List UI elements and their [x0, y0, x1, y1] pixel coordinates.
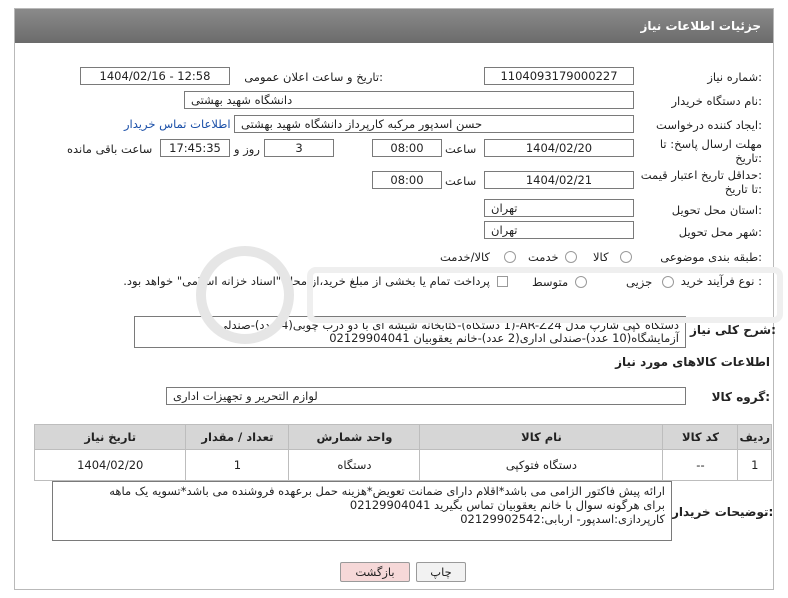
treasury-payment-note: پرداخت تمام یا بخشی از مبلغ خرید،از محل … — [123, 274, 490, 288]
purchase-radio-minor[interactable] — [662, 276, 674, 288]
price-validity-time-label: ساعت — [445, 174, 477, 188]
price-validity-label-line2: تا تاریخ: — [724, 182, 762, 196]
announce-datetime-label: تاریخ و ساعت اعلان عمومی: — [244, 70, 383, 84]
reply-deadline-label-line1: مهلت ارسال پاسخ: تا — [659, 137, 762, 151]
col-code: کد کالا — [662, 424, 739, 450]
summary-textarea[interactable]: دستگاه کپی شارپ مدل AR-Z24-(1 دستگاه)-کت… — [134, 316, 686, 348]
buyer-notes-line-1: ارائه پیش فاکتور الزامی می باشد*اقلام دا… — [109, 484, 665, 498]
col-qty: تعداد / مقدار — [185, 424, 290, 450]
need-number-field: 1104093179000227 — [484, 67, 634, 85]
buyer-org-field: دانشگاه شهید بهشتی — [184, 91, 634, 109]
creator-label: ایجاد کننده درخواست: — [656, 118, 762, 132]
summary-label: شرح کلی نیاز: — [690, 323, 776, 337]
category-option-goods: کالا — [593, 250, 609, 264]
cell-code: -- — [662, 449, 739, 481]
creator-field: حسن اسدپور مرکبه کارپرداز دانشگاه شهید ب… — [234, 115, 634, 133]
category-radio-service[interactable] — [565, 251, 577, 263]
buyer-org-label: نام دستگاه خریدار: — [671, 94, 762, 108]
buyer-notes-label: توضیحات خریدار: — [672, 505, 774, 519]
col-row: ردیف — [737, 424, 772, 450]
buyer-notes-line-2: برای هرگونه سوال با خانم یعقوبیان تماس ب… — [349, 498, 665, 512]
cell-row: 1 — [737, 449, 772, 481]
need-number-label: شماره نیاز: — [707, 70, 762, 84]
col-name: نام کالا — [419, 424, 664, 450]
remaining-time-field: 17:45:35 — [160, 139, 230, 157]
table-row: 1 -- دستگاه فتوکپی دستگاه 1 1404/02/20 — [33, 449, 772, 481]
purchase-radio-medium[interactable] — [575, 276, 587, 288]
goods-group-field: لوازم التحریر و تجهیزات اداری — [166, 387, 686, 405]
goods-table: ردیف کد کالا نام کالا واحد شمارش تعداد /… — [33, 424, 772, 481]
province-field: تهران — [484, 199, 634, 217]
buyer-notes-textarea[interactable]: ارائه پیش فاکتور الزامی می باشد*اقلام دا… — [52, 481, 672, 541]
reply-deadline-time-field: 08:00 — [372, 139, 442, 157]
province-label: استان محل تحویل: — [671, 203, 762, 217]
treasury-payment-checkbox[interactable] — [497, 276, 508, 287]
price-validity-time-field: 08:00 — [372, 171, 442, 189]
purchase-option-minor: جزیی — [626, 275, 653, 289]
back-button[interactable]: بازگشت — [340, 562, 410, 582]
reply-deadline-date-field: 1404/02/20 — [484, 139, 634, 157]
cell-unit: دستگاه — [288, 449, 421, 481]
city-field: تهران — [484, 221, 634, 239]
goods-group-label: گروه کالا: — [711, 390, 770, 404]
goods-section-title: اطلاعات کالاهای مورد نیاز — [615, 355, 770, 369]
goods-table-header: ردیف کد کالا نام کالا واحد شمارش تعداد /… — [33, 424, 772, 450]
purchase-option-medium: متوسط — [532, 275, 569, 289]
category-option-service: خدمت — [528, 250, 559, 264]
price-validity-label-line1: حداقل تاریخ اعتبار قیمت: — [640, 168, 762, 182]
reply-deadline-label-line2: تاریخ: — [735, 151, 762, 165]
category-radio-goods-service[interactable] — [504, 251, 516, 263]
reply-days-label: روز و — [234, 142, 260, 156]
remaining-time-label: ساعت باقی مانده — [67, 142, 153, 156]
summary-line-2: آزمایشگاه(10 عدد)-صندلی اداری(2 عدد)-خان… — [329, 331, 679, 345]
col-unit: واحد شمارش — [288, 424, 421, 450]
page-title: جزئیات اطلاعات نیاز — [640, 19, 761, 33]
city-label: شهر محل تحویل: — [678, 225, 762, 239]
price-validity-date-field: 1404/02/21 — [484, 171, 634, 189]
col-date: تاریخ نیاز — [33, 424, 187, 450]
category-label: طبقه بندی موضوعی: — [660, 250, 762, 264]
print-button[interactable]: چاپ — [416, 562, 466, 582]
announce-datetime-field: 1404/02/16 - 12:58 — [80, 67, 230, 85]
cell-qty: 1 — [185, 449, 290, 481]
cell-date: 1404/02/20 — [33, 449, 187, 481]
reply-deadline-time-label: ساعت — [445, 142, 477, 156]
category-option-goods-service: کالا/خدمت — [440, 250, 491, 264]
cell-name: دستگاه فتوکپی — [419, 449, 664, 481]
buyer-contact-link[interactable]: اطلاعات تماس خریدار — [124, 117, 231, 131]
page-header: جزئیات اطلاعات نیاز — [15, 9, 773, 43]
buyer-notes-line-3: کارپردازی:اسدپور- اربابی:02129902542 — [460, 512, 665, 526]
category-radio-goods[interactable] — [620, 251, 632, 263]
reply-days-field: 3 — [264, 139, 334, 157]
